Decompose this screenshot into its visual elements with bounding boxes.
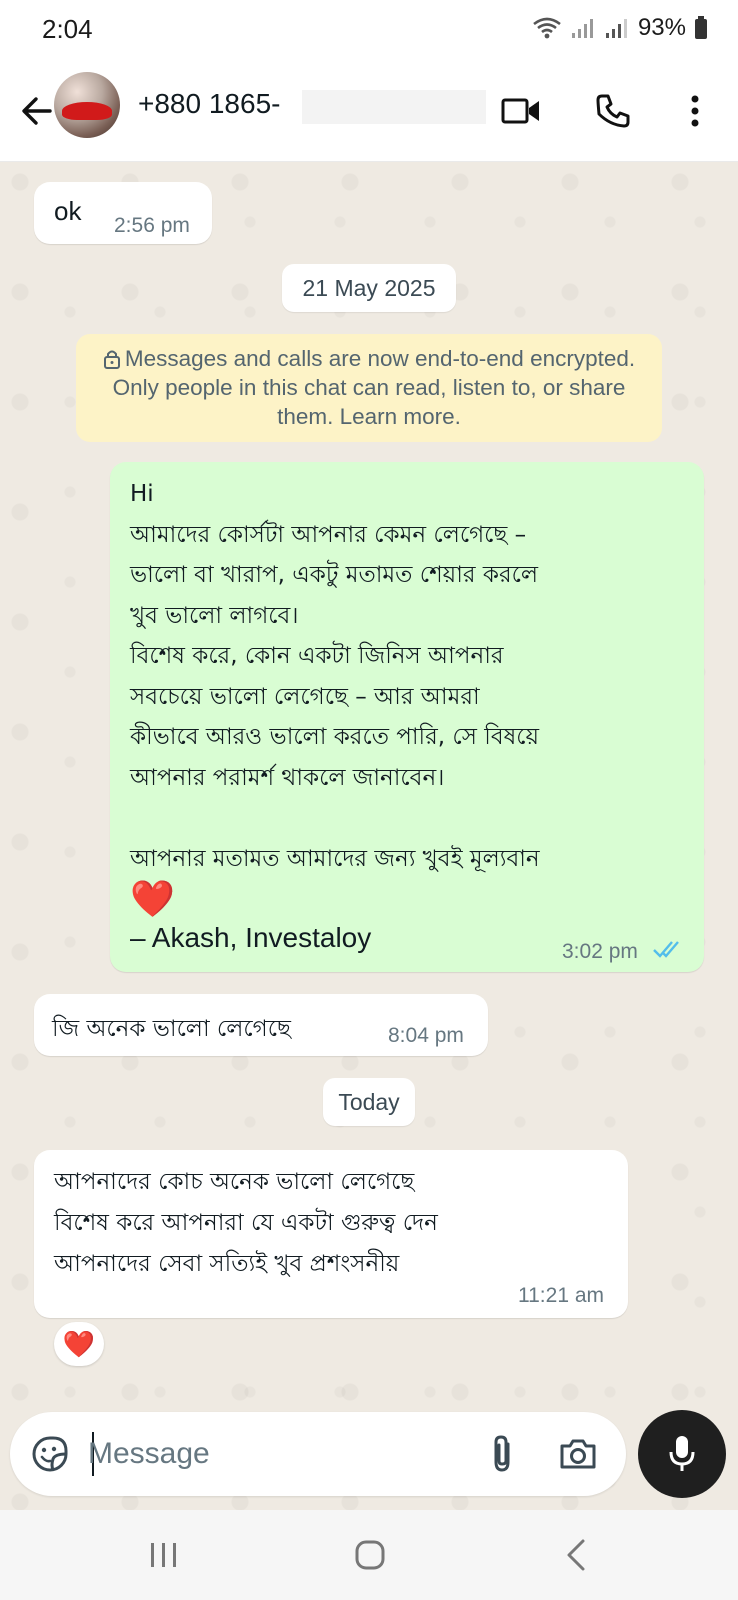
status-bar: 2:04 93%: [0, 0, 738, 62]
signal-icon: [571, 19, 593, 38]
message-time: 3:02 pm: [562, 940, 638, 963]
sticker-icon: [32, 1436, 68, 1472]
date-separator: Today: [323, 1078, 415, 1126]
message-time: 2:56 pm: [114, 214, 190, 237]
message-text: জি অনেক ভালো লেগেছে: [52, 1016, 291, 1042]
double-check-icon: [653, 941, 679, 958]
composer-bar: [10, 1412, 626, 1496]
heart-emoji: ❤️: [130, 878, 175, 919]
redacted-number: [302, 90, 486, 124]
message-text: ok: [54, 196, 82, 226]
message-text: Hi আমাদের কোর্সটা আপনার কেমন লেগেছে – ভা…: [130, 481, 540, 872]
message-incoming[interactable]: আপনাদের কোচ অনেক ভালো লেগেছে বিশেষ করে আ…: [34, 1150, 628, 1318]
message-text: আপনাদের কোচ অনেক ভালো লেগেছে বিশেষ করে আ…: [54, 1169, 438, 1277]
emoji-button[interactable]: [28, 1432, 72, 1476]
message-incoming[interactable]: জি অনেক ভালো লেগেছে 8:04 pm: [34, 994, 488, 1056]
chat-area[interactable]: ok 2:56 pm 21 May 2025 Messages and call…: [0, 162, 738, 1510]
more-options-button[interactable]: [670, 86, 720, 136]
message-incoming[interactable]: ok 2:56 pm: [34, 182, 212, 244]
encryption-text: Messages and calls are now end-to-end en…: [112, 346, 636, 429]
status-indicators: 93%: [532, 14, 708, 42]
lock-icon: [103, 350, 120, 369]
system-nav-bar: [0, 1510, 738, 1600]
message-time: 8:04 pm: [388, 1024, 464, 1047]
message-time: 11:21 am: [518, 1284, 604, 1307]
video-camera-icon: [501, 98, 539, 124]
date-separator: 21 May 2025: [282, 264, 456, 312]
home-icon: [355, 1540, 385, 1570]
encryption-notice[interactable]: Messages and calls are now end-to-end en…: [76, 334, 662, 442]
phone-icon: [596, 94, 630, 128]
chevron-left-icon: [567, 1539, 585, 1571]
message-input[interactable]: [88, 1426, 448, 1482]
wifi-icon: [533, 17, 561, 39]
microphone-icon: [669, 1436, 695, 1471]
contact-name[interactable]: +880 1865-: [138, 88, 280, 120]
battery-level: 93%: [637, 14, 686, 41]
status-time: 2:04: [42, 14, 93, 44]
message-outgoing[interactable]: Hi আমাদের কোর্সটা আপনার কেমন লেগেছে – ভা…: [110, 462, 704, 972]
message-signature: – Akash, Investaloy: [130, 922, 372, 953]
camera-icon: [560, 1439, 596, 1469]
home-button[interactable]: [340, 1530, 400, 1580]
voice-message-button[interactable]: [638, 1410, 726, 1498]
recent-apps-button[interactable]: [134, 1530, 194, 1580]
arrow-left-icon: [22, 97, 52, 125]
video-call-button[interactable]: [496, 86, 546, 136]
message-reaction[interactable]: ❤️: [54, 1322, 104, 1366]
chat-header: +880 1865-: [0, 62, 738, 162]
contact-avatar[interactable]: [54, 72, 120, 138]
battery-icon: [695, 16, 707, 39]
more-vertical-icon: [691, 95, 699, 127]
attach-button[interactable]: [480, 1432, 524, 1476]
back-nav-button[interactable]: [546, 1530, 606, 1580]
voice-call-button[interactable]: [588, 86, 638, 136]
camera-button[interactable]: [554, 1432, 602, 1476]
signal-icon-2: [605, 19, 627, 38]
recent-apps-icon: [151, 1543, 176, 1567]
paperclip-icon: [494, 1435, 510, 1472]
